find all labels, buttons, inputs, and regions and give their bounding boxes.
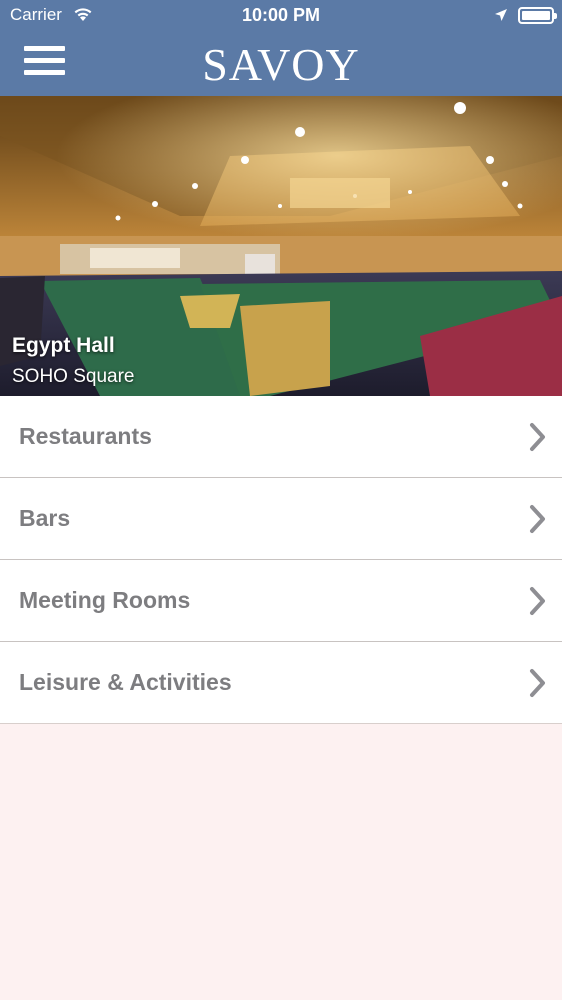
- chevron-right-icon: [528, 586, 548, 621]
- status-bar: Carrier 10:00 PM: [0, 0, 562, 32]
- list-item-meeting-rooms[interactable]: Meeting Rooms: [0, 560, 562, 642]
- hero-title: Egypt Hall: [12, 334, 115, 357]
- list-item-label: Bars: [19, 505, 71, 531]
- list-item-label: Restaurants: [19, 423, 152, 449]
- app-title: SAVOY: [202, 39, 360, 90]
- chevron-right-icon: [528, 422, 548, 457]
- list-item-label: Meeting Rooms: [19, 587, 191, 613]
- hero-banner[interactable]: Egypt Hall SOHO Square: [0, 96, 562, 396]
- location-arrow-icon: [494, 7, 508, 27]
- menu-list: Restaurants Bars Meeting Rooms Leisure &…: [0, 396, 562, 724]
- clock: 10:00 PM: [241, 5, 321, 25]
- list-item-leisure-activities[interactable]: Leisure & Activities: [0, 642, 562, 724]
- list-item-bars[interactable]: Bars: [0, 478, 562, 560]
- list-item-restaurants[interactable]: Restaurants: [0, 396, 562, 478]
- navigation-bar: Carrier 10:00 PM SAVOY: [0, 0, 562, 96]
- list-item-label: Leisure & Activities: [19, 669, 232, 695]
- battery-icon: [518, 7, 557, 24]
- chevron-right-icon: [528, 504, 548, 539]
- chevron-right-icon: [528, 668, 548, 703]
- hero-subtitle: SOHO Square: [12, 366, 135, 387]
